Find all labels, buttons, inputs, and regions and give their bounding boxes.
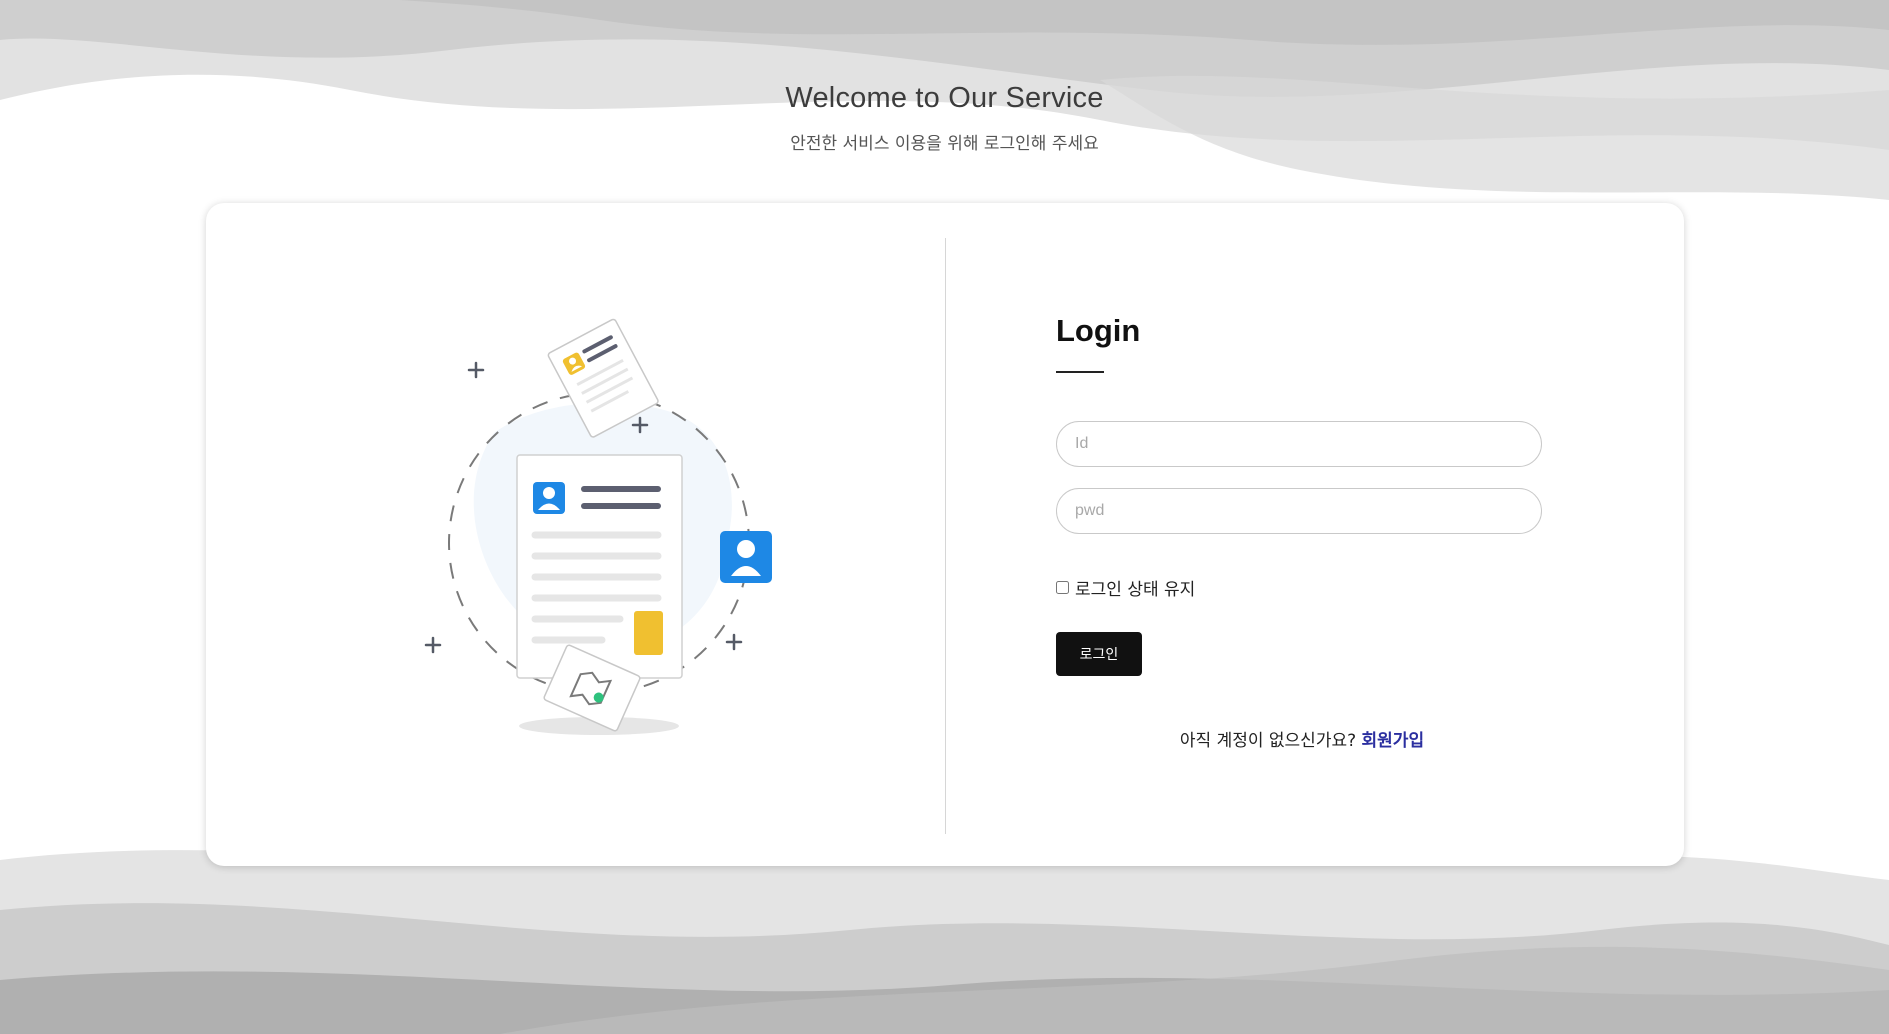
password-input[interactable]	[1056, 488, 1542, 534]
hero-header: Welcome to Our Service 안전한 서비스 이용을 위해 로그…	[0, 82, 1889, 154]
id-input[interactable]	[1056, 421, 1542, 467]
remember-me-label: 로그인 상태 유지	[1075, 580, 1196, 600]
remember-me-option[interactable]: 로그인 상태 유지	[1056, 575, 1542, 600]
page-subtitle: 안전한 서비스 이용을 위해 로그인해 주세요	[790, 134, 1099, 154]
login-button[interactable]: 로그인	[1056, 632, 1142, 676]
profile-documents-illustration	[424, 318, 772, 735]
signup-link[interactable]: 회원가입	[1362, 731, 1425, 751]
signup-prompt-row: 아직 계정이 없으신가요? 회원가입	[1056, 726, 1542, 751]
page-title: Welcome to Our Service	[785, 82, 1104, 114]
login-page: Welcome to Our Service 안전한 서비스 이용을 위해 로그…	[0, 0, 1889, 1034]
login-heading: Login	[1056, 313, 1141, 348]
heading-underline	[1056, 371, 1104, 373]
card-divider	[945, 238, 946, 834]
login-card: Login 로그인 상태 유지 로그인 아직 계정이 없으신가요? 회원가입	[206, 203, 1684, 866]
login-form: Login 로그인 상태 유지 로그인 아직 계정이 없으신가요? 회원가입	[1056, 313, 1542, 751]
remember-me-checkbox[interactable]	[1056, 581, 1069, 594]
signup-prompt-text: 아직 계정이 없으신가요?	[1179, 731, 1357, 751]
